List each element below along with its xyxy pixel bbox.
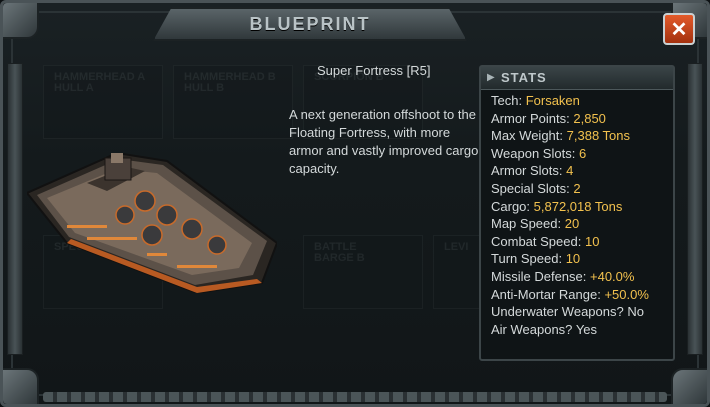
- stat-row: Underwater Weapons? No: [491, 303, 669, 321]
- stat-row: Cargo: 5,872,018 Tons: [491, 198, 669, 216]
- background-slot: HAMMERHEAD B HULL B: [173, 65, 293, 139]
- slot-label: BATTLE BARGE B: [314, 241, 365, 264]
- stat-value: 2,850: [573, 110, 606, 126]
- stat-value: +50.0%: [604, 286, 649, 302]
- stat-row: Armor Points: 2,850: [491, 110, 669, 128]
- stat-label: Turn Speed:: [491, 251, 563, 267]
- stat-label: Weapon Slots:: [491, 145, 576, 161]
- stat-label: Cargo:: [491, 198, 531, 214]
- stat-row: Armor Slots: 4: [491, 162, 669, 180]
- stat-label: Missile Defense:: [491, 268, 587, 284]
- background-slot: BATTLE BARGE B: [303, 235, 423, 309]
- corner-bolt: [671, 368, 707, 404]
- slot-label: LEVI: [444, 241, 469, 253]
- stat-row: Anti-Mortar Range: +50.0%: [491, 286, 669, 304]
- frame-pipe-left: [7, 63, 23, 355]
- stat-value: 10: [584, 233, 600, 249]
- stat-row: Turn Speed: 10: [491, 250, 669, 268]
- blueprint-window: BLUEPRINT ✕ HAMMERHEAD A HULL A HAMMERHE…: [0, 0, 710, 407]
- ship-description: A next generation offshoot to the Floati…: [289, 107, 479, 176]
- stats-header[interactable]: ▶ STATS: [481, 67, 673, 90]
- stat-row: Special Slots: 2: [491, 180, 669, 198]
- corner-bolt: [3, 368, 39, 404]
- close-button[interactable]: ✕: [663, 13, 695, 45]
- stat-label: Anti-Mortar Range:: [491, 286, 601, 302]
- title-plate: BLUEPRINT: [153, 7, 467, 41]
- stat-value: No: [627, 304, 644, 320]
- ship-image: [27, 153, 277, 293]
- stat-label: Tech:: [491, 93, 523, 108]
- stats-title: STATS: [501, 70, 547, 85]
- stat-label: Underwater Weapons?: [491, 304, 624, 320]
- stat-value: 6: [578, 145, 587, 161]
- stat-value: Forsaken: [525, 93, 580, 108]
- stat-label: Special Slots:: [491, 180, 570, 196]
- stat-value: 5,872,018 Tons: [533, 198, 623, 214]
- stat-row: Map Speed: 20: [491, 215, 669, 233]
- slot-label: HAMMERHEAD A HULL A: [54, 71, 146, 94]
- corner-bolt: [3, 3, 39, 39]
- stat-row: Missile Defense: +40.0%: [491, 268, 669, 286]
- stat-value: 4: [566, 163, 574, 179]
- stat-value: 20: [564, 216, 580, 232]
- stat-value: 7,388 Tons: [566, 128, 631, 144]
- ship-name: Super Fortress [R5]: [317, 63, 431, 78]
- close-icon: ✕: [670, 18, 688, 41]
- background-slot: LEVI: [433, 235, 485, 309]
- stat-label: Air Weapons?: [491, 321, 573, 337]
- stat-label: Combat Speed:: [491, 233, 582, 249]
- stats-panel: ▶ STATS Tech: Forsaken Armor Points: 2,85…: [479, 65, 675, 361]
- window-title: BLUEPRINT: [249, 13, 371, 34]
- stat-value: +40.0%: [590, 268, 635, 284]
- stat-row: Weapon Slots: 6: [491, 145, 669, 163]
- stat-value: 2: [573, 180, 581, 196]
- background-slot: HAMMERHEAD A HULL A: [43, 65, 163, 139]
- frame-pipe-right: [687, 63, 703, 355]
- stat-value: Yes: [575, 321, 598, 337]
- stat-label: Max Weight:: [491, 128, 564, 144]
- stat-row: Combat Speed: 10: [491, 233, 669, 251]
- slot-label: HAMMERHEAD B HULL B: [184, 71, 276, 94]
- stat-value: 10: [565, 251, 581, 267]
- stat-label: Armor Points:: [491, 110, 570, 126]
- stat-label: Armor Slots:: [491, 163, 563, 179]
- caret-right-icon: ▶: [487, 72, 495, 83]
- stat-label: Map Speed:: [491, 216, 562, 232]
- frame-chain: [43, 392, 667, 402]
- stat-row: Air Weapons? Yes: [491, 321, 669, 339]
- stat-row: Max Weight: 7,388 Tons: [491, 127, 669, 145]
- stats-list: Tech: Forsaken Armor Points: 2,850 Max Wei…: [491, 92, 669, 338]
- stat-row: Tech: Forsaken: [491, 92, 669, 110]
